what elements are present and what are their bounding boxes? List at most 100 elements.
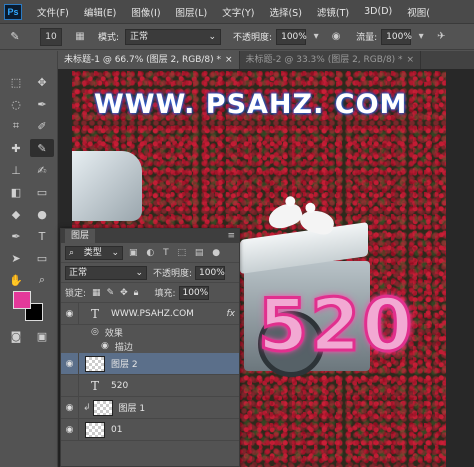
layer-row-layer-2[interactable]: ◉ 图层 2: [61, 352, 239, 375]
blur-tool-icon[interactable]: ◆: [4, 205, 28, 223]
panel-menu-icon[interactable]: ≡: [227, 231, 235, 241]
layers-panel: 图层 ≡ ⌕ 类型 ⌄ ▣ ◐ T ⬚ ▤ ● 正常 ⌄ 不透明度: 100% …: [60, 228, 240, 467]
layer-opacity-value: 100%: [199, 267, 225, 278]
lock-all-icon[interactable]: 🔒︎: [134, 288, 139, 298]
brush-preset-icon[interactable]: ✎: [4, 28, 26, 46]
layer-thumbnail: [85, 355, 105, 372]
layer-row-watermark[interactable]: ◉ T WWW.PSAHZ.COM fx: [61, 302, 239, 325]
layer-name: 图层 2: [111, 360, 138, 370]
blend-opacity-row: 正常 ⌄ 不透明度: 100%: [61, 263, 239, 283]
close-icon[interactable]: ×: [225, 55, 233, 65]
hand-tool-icon[interactable]: ✋: [4, 271, 28, 289]
eraser-tool-icon[interactable]: ◧: [4, 183, 28, 201]
mode-select[interactable]: 正常 ⌄: [125, 28, 222, 45]
document-tabs: 未标题-1 @ 66.7% (图层 2, RGB/8) * × 未标题-2 @ 3…: [58, 51, 474, 69]
history-brush-tool-icon[interactable]: ✍: [30, 161, 54, 179]
gradient-tool-icon[interactable]: ▭: [30, 183, 54, 201]
pixel-filter-icon[interactable]: ▣: [129, 248, 138, 258]
lock-transparent-icon[interactable]: ▦: [92, 288, 101, 298]
layer-filter-select[interactable]: ⌕ 类型 ⌄: [65, 245, 123, 260]
rectangle-tool-icon[interactable]: ▭: [30, 249, 54, 267]
adjustment-filter-icon[interactable]: ◐: [146, 248, 154, 258]
pen-tool-icon[interactable]: ✒: [4, 227, 28, 245]
smart-object-filter-icon[interactable]: ▤: [195, 248, 204, 258]
menu-3d[interactable]: 3D(D): [364, 6, 392, 17]
layer-opacity-label: 不透明度:: [153, 269, 193, 279]
dropdown-arrow-icon[interactable]: ▾: [413, 29, 429, 45]
healing-brush-tool-icon[interactable]: ✚: [4, 139, 28, 157]
brush-size-picker[interactable]: 10: [40, 27, 62, 46]
brush-tool-icon[interactable]: ✎: [30, 139, 54, 157]
fill-field[interactable]: 100%: [178, 285, 209, 300]
blend-mode-select[interactable]: 正常 ⌄: [65, 265, 147, 280]
eye-icon[interactable]: ◉: [61, 396, 79, 419]
pressure-opacity-icon[interactable]: ◉: [328, 29, 344, 45]
tab-document-2[interactable]: 未标题-2 @ 33.3% (图层 2, RGB/8) * ×: [240, 51, 422, 69]
layer-opacity-field[interactable]: 100%: [195, 265, 226, 280]
eye-icon[interactable]: ◉: [101, 341, 109, 351]
menu-view[interactable]: 视图(: [407, 5, 430, 19]
eyedropper-tool-icon[interactable]: ✐: [30, 117, 54, 135]
options-bar: ✎ 10 ▦ 模式: 正常 ⌄ 不透明度: 100% ▾ ◉ 流量: 100% …: [0, 24, 474, 50]
layers-panel-header: 图层 ≡: [61, 229, 239, 243]
move-tool-icon[interactable]: ✥: [30, 73, 54, 91]
stroke-effect-row[interactable]: ◉ 描边: [61, 339, 239, 353]
layer-thumbnail: [85, 421, 105, 438]
menu-image[interactable]: 图像(I): [131, 5, 160, 19]
close-icon[interactable]: ×: [407, 55, 415, 65]
menu-file[interactable]: 文件(F): [37, 5, 69, 19]
marquee-tool-icon[interactable]: ⬚: [4, 73, 28, 91]
zoom-tool-icon[interactable]: ⌕: [30, 271, 54, 289]
flow-field[interactable]: 100%: [381, 28, 412, 45]
menu-layer[interactable]: 图层(L): [176, 5, 208, 19]
tab-label: 未标题-1 @ 66.7% (图层 2, RGB/8) *: [64, 55, 221, 65]
menu-select[interactable]: 选择(S): [269, 5, 301, 19]
eye-icon[interactable]: ◉: [61, 352, 79, 375]
filter-icons: ▣ ◐ T ⬚ ▤ ●: [123, 248, 220, 258]
layer-row-01[interactable]: ◉ 01: [61, 418, 239, 441]
lasso-tool-icon[interactable]: ◌: [4, 95, 28, 113]
type-tool-icon[interactable]: T: [30, 227, 54, 245]
clone-stamp-tool-icon[interactable]: ⊥: [4, 161, 28, 179]
shape-filter-icon[interactable]: ⬚: [178, 248, 187, 258]
layer-name: 图层 1: [118, 404, 146, 414]
quick-mask-icon[interactable]: ◙: [4, 327, 28, 345]
brush-panel-icon[interactable]: ▦: [72, 29, 88, 45]
stroke-label: 描边: [114, 342, 133, 353]
layer-row-layer-1[interactable]: ◉ ↲ 图层 1: [61, 396, 239, 419]
tab-document-1[interactable]: 未标题-1 @ 66.7% (图层 2, RGB/8) * ×: [58, 51, 240, 69]
path-selection-tool-icon[interactable]: ➤: [4, 249, 28, 267]
lock-position-icon[interactable]: ✥: [120, 288, 128, 298]
dropdown-arrow-icon[interactable]: ▾: [308, 29, 324, 45]
watermark-text: WWW. PSAHZ. COM: [94, 89, 408, 120]
effects-row[interactable]: ◎ 效果: [61, 325, 239, 339]
layers-panel-title[interactable]: 图层: [65, 229, 96, 243]
clipping-arrow-icon: ↲: [83, 402, 91, 413]
layer-row-520[interactable]: T 520: [61, 374, 239, 397]
dodge-tool-icon[interactable]: ●: [30, 205, 54, 223]
foreground-color-swatch[interactable]: [13, 291, 31, 309]
brush-size-value: 10: [45, 31, 57, 42]
white-bench: [72, 151, 142, 221]
menu-edit[interactable]: 编辑(E): [84, 5, 116, 19]
visibility-toggle[interactable]: [61, 374, 79, 397]
menu-filter[interactable]: 滤镜(T): [317, 5, 349, 19]
fx-icon[interactable]: fx: [227, 309, 236, 319]
toolbox: ⬚ ✥ ◌ ✒ ⌗ ✐ ✚ ✎ ⊥ ✍ ◧ ▭ ◆ ● ✒ T ➤ ▭ ✋ ⌕ …: [0, 51, 58, 467]
eye-icon[interactable]: ◉: [61, 302, 79, 325]
fill-value: 100%: [182, 287, 209, 298]
crop-tool-icon[interactable]: ⌗: [4, 117, 28, 135]
type-filter-icon[interactable]: T: [163, 248, 169, 258]
eye-icon[interactable]: ◉: [61, 418, 79, 441]
screen-mode-icon[interactable]: ▣: [30, 327, 54, 345]
lock-pixels-icon[interactable]: ✎: [107, 288, 115, 298]
menu-type[interactable]: 文字(Y): [222, 5, 254, 19]
quick-select-tool-icon[interactable]: ✒: [30, 95, 54, 113]
chevron-down-icon: ⌄: [208, 31, 217, 42]
layer-name: 01: [111, 424, 123, 435]
photoshop-logo: Ps: [4, 3, 22, 20]
airbrush-icon[interactable]: ✈: [433, 29, 449, 45]
lock-label: 锁定:: [65, 289, 87, 299]
filter-toggle-icon[interactable]: ●: [212, 248, 220, 258]
opacity-field[interactable]: 100%: [276, 28, 307, 45]
